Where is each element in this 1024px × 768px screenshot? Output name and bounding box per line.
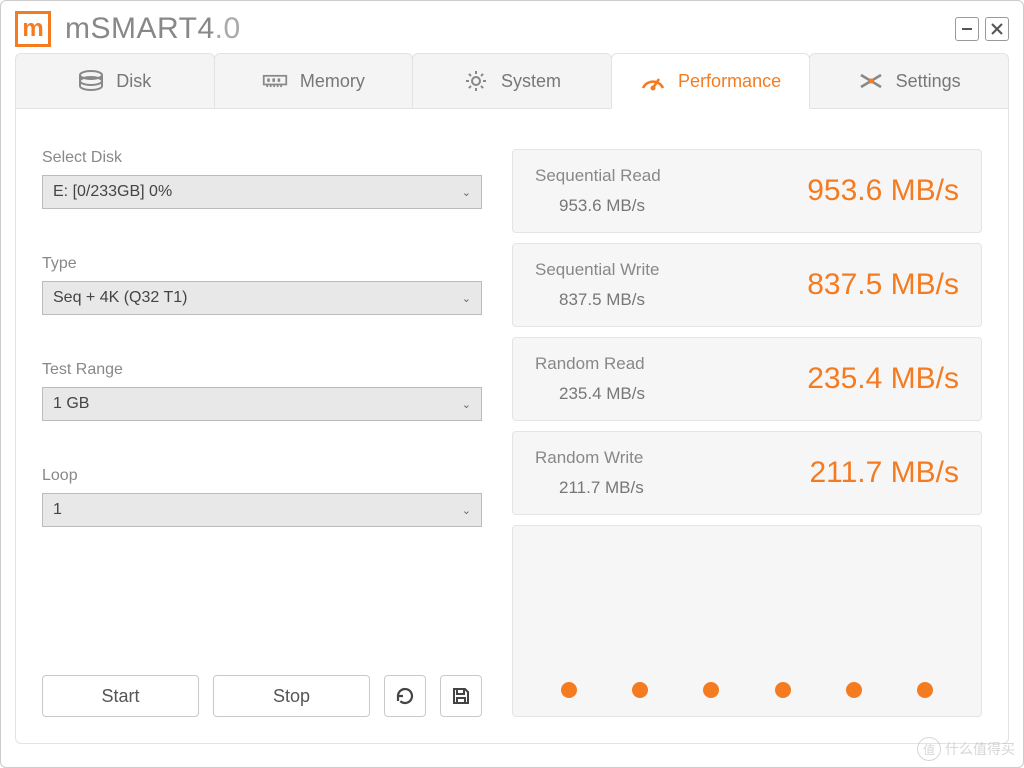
tab-bar: Disk Memory System Performance Settings [1,53,1023,109]
loop-dropdown[interactable]: 1 ⌄ [42,493,482,527]
tab-label: Memory [300,71,365,92]
select-disk-label: Select Disk [42,149,482,167]
minimize-icon [961,23,973,35]
dropdown-value: 1 [53,501,62,519]
watermark: 值 什么值得买 [917,737,1015,761]
gauge-icon [640,68,666,94]
dropdown-value: E: [0/233GB] 0% [53,183,172,201]
dot-icon [703,682,719,698]
tab-label: Settings [896,71,961,92]
tab-memory[interactable]: Memory [214,53,414,109]
close-button[interactable] [985,17,1009,41]
result-sub: 837.5 MB/s [535,280,807,310]
gear-icon [463,68,489,94]
save-button[interactable] [440,675,482,717]
tab-disk[interactable]: Disk [15,53,215,109]
minimize-button[interactable] [955,17,979,41]
result-sub: 953.6 MB/s [535,186,807,216]
watermark-text: 什么值得买 [945,739,1015,759]
dot-icon [846,682,862,698]
tab-performance[interactable]: Performance [611,53,811,109]
result-value: 953.6 MB/s [807,174,959,208]
tab-label: Disk [116,71,151,92]
result-seq-write: Sequential Write 837.5 MB/s 837.5 MB/s [512,243,982,327]
result-rnd-write: Random Write 211.7 MB/s 211.7 MB/s [512,431,982,515]
memory-icon [262,68,288,94]
refresh-button[interactable] [384,675,426,717]
result-name: Sequential Read [535,166,807,186]
chevron-down-icon: ⌄ [462,186,471,199]
loop-label: Loop [42,467,482,485]
result-value: 211.7 MB/s [809,456,959,490]
tab-settings[interactable]: Settings [809,53,1009,109]
chevron-down-icon: ⌄ [462,292,471,305]
range-dropdown[interactable]: 1 GB ⌄ [42,387,482,421]
tab-content: Select Disk E: [0/233GB] 0% ⌄ Type Seq +… [15,109,1009,744]
result-seq-read: Sequential Read 953.6 MB/s 953.6 MB/s [512,149,982,233]
chevron-down-icon: ⌄ [462,398,471,411]
app-logo-icon: m [15,11,51,47]
type-label: Type [42,255,482,273]
dot-icon [775,682,791,698]
select-disk-dropdown[interactable]: E: [0/233GB] 0% ⌄ [42,175,482,209]
config-panel: Select Disk E: [0/233GB] 0% ⌄ Type Seq +… [42,149,482,717]
result-value: 837.5 MB/s [807,268,959,302]
result-sub: 211.7 MB/s [535,468,809,498]
start-button[interactable]: Start [42,675,199,717]
dot-icon [632,682,648,698]
progress-dots [512,525,982,717]
stop-button[interactable]: Stop [213,675,370,717]
tab-system[interactable]: System [412,53,612,109]
dropdown-value: 1 GB [53,395,89,413]
refresh-icon [395,686,415,706]
watermark-icon: 值 [917,737,941,761]
dot-icon [917,682,933,698]
dropdown-value: Seq + 4K (Q32 T1) [53,289,187,307]
chevron-down-icon: ⌄ [462,504,471,517]
disk-icon [78,68,104,94]
dot-icon [561,682,577,698]
result-value: 235.4 MB/s [807,362,959,396]
titlebar: m mSMART4.0 [1,1,1023,53]
action-row: Start Stop [42,675,482,717]
results-panel: Sequential Read 953.6 MB/s 953.6 MB/s Se… [512,149,982,717]
result-sub: 235.4 MB/s [535,374,807,404]
tab-label: System [501,71,561,92]
result-name: Random Read [535,354,807,374]
tab-label: Performance [678,71,781,92]
result-name: Random Write [535,448,809,468]
app-title: mSMART4.0 [65,12,241,46]
range-label: Test Range [42,361,482,379]
app-window: m mSMART4.0 Disk Memory [0,0,1024,768]
result-name: Sequential Write [535,260,807,280]
type-dropdown[interactable]: Seq + 4K (Q32 T1) ⌄ [42,281,482,315]
save-icon [451,686,471,706]
settings-icon [858,68,884,94]
result-rnd-read: Random Read 235.4 MB/s 235.4 MB/s [512,337,982,421]
close-icon [991,23,1003,35]
